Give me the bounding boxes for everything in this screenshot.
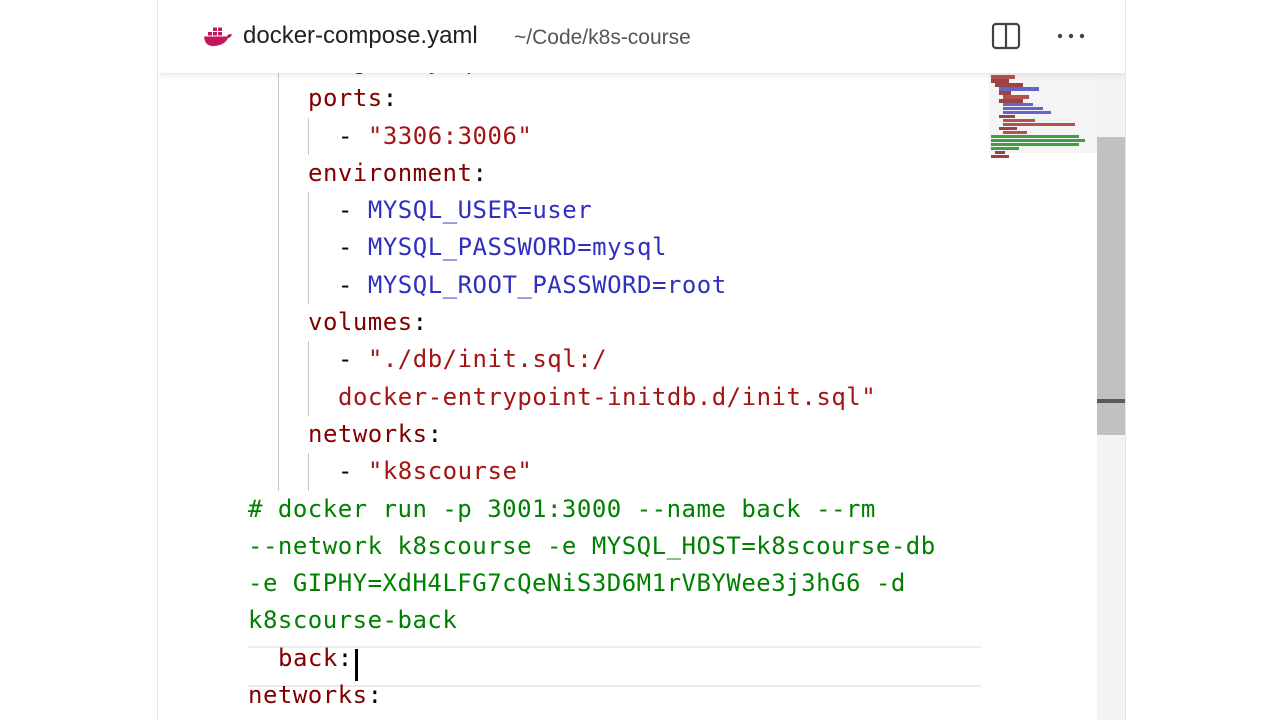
code-token: back <box>278 643 338 672</box>
code-token: - <box>338 457 368 486</box>
indent-guide <box>308 453 309 491</box>
indent-guide <box>278 229 279 267</box>
code-token: volumes <box>308 308 413 337</box>
code-token: --network k8scourse -e MYSQL_HOST=k8scou… <box>248 531 936 560</box>
docker-whale-icon <box>204 27 232 46</box>
minimap[interactable] <box>989 73 1097 720</box>
indent-guide <box>278 117 279 155</box>
indent-guide <box>308 192 309 230</box>
code-token: : <box>337 643 353 672</box>
code-line[interactable]: docker-entrypoint-initdb.d/init.sql" <box>248 378 936 416</box>
code-token: : <box>472 158 488 187</box>
indent-guide <box>278 378 279 416</box>
split-editor-icon[interactable] <box>991 22 1021 50</box>
code-line[interactable]: - "3306:3006" <box>248 117 936 155</box>
code-token: docker-entrypoint-initdb.d/init.sql" <box>338 382 877 411</box>
indent-guide <box>278 304 279 342</box>
code-line[interactable]: - MYSQL_USER=user <box>248 192 936 230</box>
indent-guide <box>278 341 279 379</box>
code-token: : <box>382 84 398 113</box>
code-token: MYSQL_ROOT_PASSWORD=root <box>367 270 727 299</box>
more-actions-icon[interactable] <box>1055 22 1087 50</box>
code-token: -e GIPHY=XdH4LFG7cQeNiS3D6M1rVBYWee3j3hG… <box>248 569 906 598</box>
code-editor[interactable]: image: mysql:5.7ports:- "3306:3006"envir… <box>158 73 981 720</box>
scrollbar-thumb[interactable] <box>1097 137 1125 435</box>
indent-guide <box>278 415 279 454</box>
code-lines[interactable]: image: mysql:5.7ports:- "3306:3006"envir… <box>248 73 936 714</box>
code-line[interactable]: - MYSQL_PASSWORD=mysql <box>248 229 936 267</box>
indent-guide <box>308 117 309 155</box>
code-token: "k8scourse" <box>367 457 533 486</box>
tab-file-path: ~/Code/k8s-course <box>514 26 691 49</box>
code-token: # docker run -p 3001:3000 --name back --… <box>248 494 876 523</box>
code-line[interactable]: - "./db/init.sql:/ <box>248 341 936 379</box>
code-token: ports <box>308 84 383 113</box>
code-line[interactable]: volumes: <box>248 304 936 342</box>
indent-guide <box>278 154 279 193</box>
code-line[interactable]: image: mysql:5.7 <box>248 73 936 81</box>
indent-guide <box>278 192 279 230</box>
code-token: "./db/init.sql:/ <box>367 345 608 374</box>
code-line[interactable]: --network k8scourse -e MYSQL_HOST=k8scou… <box>248 528 936 565</box>
code-token: networks <box>308 419 428 448</box>
indent-guide <box>278 453 279 491</box>
indent-guide <box>308 229 309 267</box>
code-token: "3306:3006" <box>367 121 533 150</box>
minimap-viewport[interactable] <box>989 73 1097 153</box>
code-token: - <box>338 233 368 262</box>
minimap-line <box>991 154 1009 159</box>
code-line[interactable]: k8scourse-back <box>248 602 936 639</box>
indent-guide <box>278 266 279 305</box>
code-line[interactable]: networks: <box>248 677 936 714</box>
code-token: : <box>412 308 428 337</box>
code-token: environment <box>308 158 473 187</box>
code-token: - <box>338 121 368 150</box>
code-token: networks <box>248 681 368 710</box>
indent-guide <box>308 378 309 416</box>
code-token: - <box>338 196 368 225</box>
code-token: - <box>338 270 368 299</box>
code-line[interactable]: - MYSQL_ROOT_PASSWORD=root <box>248 266 936 305</box>
scrollbar-cursor-marker <box>1097 399 1125 403</box>
code-line[interactable]: networks: <box>248 415 936 454</box>
code-token: mysql:5.7 <box>413 73 548 75</box>
indent-guide <box>278 80 279 118</box>
code-token: image: <box>308 73 413 75</box>
indent-guide <box>308 266 309 305</box>
code-token: : <box>427 419 443 448</box>
code-token: k8scourse-back <box>248 606 458 635</box>
code-line[interactable]: back: <box>248 640 936 677</box>
code-token: MYSQL_PASSWORD=mysql <box>367 233 667 262</box>
editor-tab-header: docker-compose.yaml ~/Code/k8s-course <box>158 0 1125 73</box>
code-token: : <box>367 681 383 710</box>
editor-window: docker-compose.yaml ~/Code/k8s-course im… <box>157 0 1126 720</box>
code-line[interactable]: environment: <box>248 154 936 193</box>
text-cursor <box>355 649 358 681</box>
code-line[interactable]: -e GIPHY=XdH4LFG7cQeNiS3D6M1rVBYWee3j3hG… <box>248 565 936 602</box>
code-line[interactable]: # docker run -p 3001:3000 --name back --… <box>248 491 936 528</box>
indent-guide <box>308 341 309 379</box>
code-line[interactable]: ports: <box>248 80 936 118</box>
tab-file-name[interactable]: docker-compose.yaml <box>243 22 478 50</box>
indent-guide <box>278 73 279 81</box>
code-line[interactable]: - "k8scourse" <box>248 453 936 491</box>
code-token: - <box>338 345 368 374</box>
code-token: MYSQL_USER=user <box>367 196 593 225</box>
